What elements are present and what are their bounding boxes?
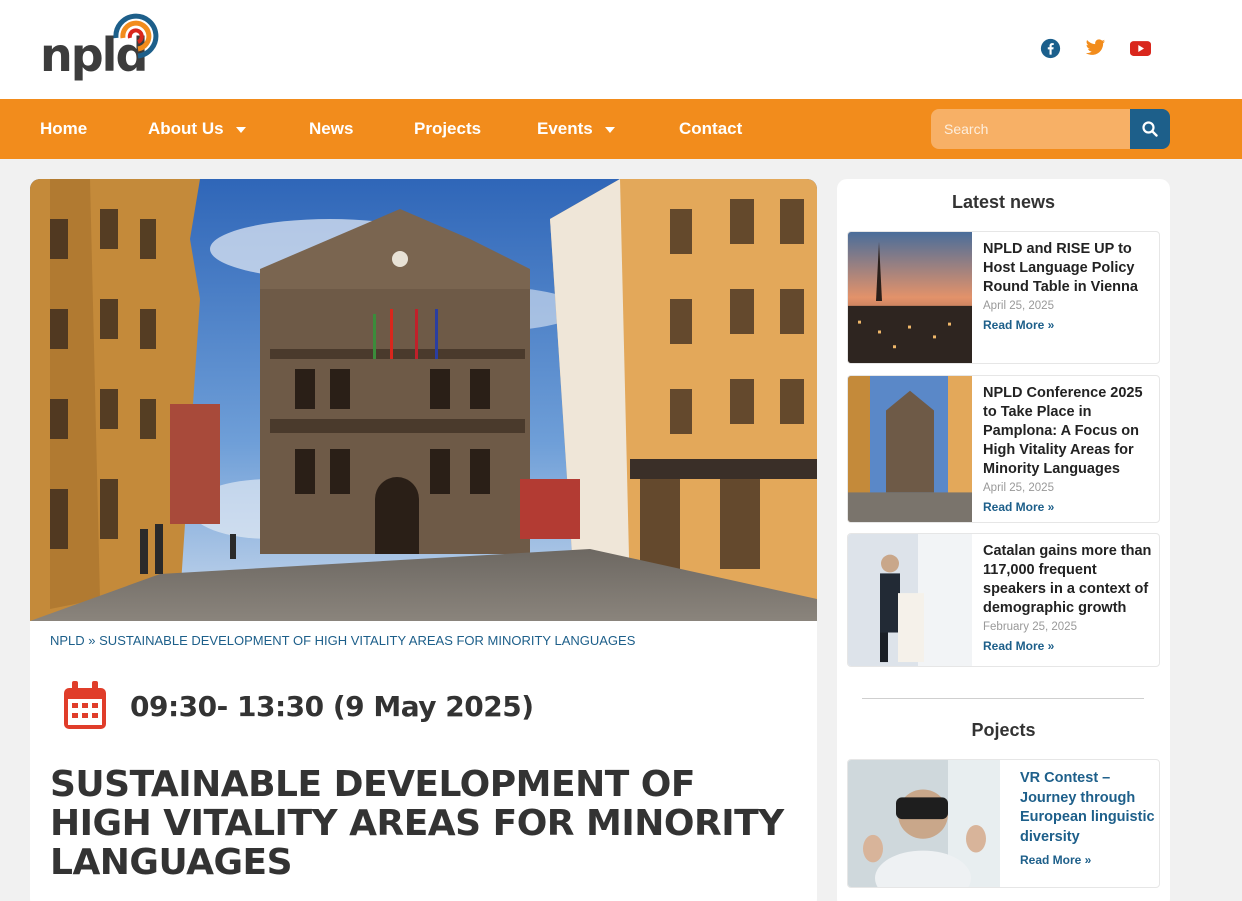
news-date: April 25, 2025 [983,482,1054,494]
calendar-icon [64,681,106,729]
event-date-row: 09:30- 13:30 (9 May 2025) [62,681,534,731]
nav-about-us-label: About Us [148,119,224,138]
read-more-link[interactable]: Read More » [983,500,1155,514]
event-date: 09:30- 13:30 (9 May 2025) [130,689,534,723]
nav-home-label: Home [40,119,88,138]
news-image-vienna [848,232,972,363]
nav-projects[interactable]: Projects [414,99,481,159]
npld-logo[interactable]: npld [38,8,168,82]
twitter-icon[interactable] [1083,36,1107,60]
read-more-link[interactable]: Read More » [983,639,1155,653]
read-more-link[interactable]: Read More » [1020,853,1155,867]
event-article: NPLD » SUSTAINABLE DEVELOPMENT OF HIGH V… [30,179,817,901]
breadcrumb[interactable]: NPLD » SUSTAINABLE DEVELOPMENT OF HIGH V… [50,633,635,648]
news-image-pamplona [848,376,972,522]
youtube-icon[interactable] [1128,36,1152,60]
main-nav: Home About Us News Projects Events Conta… [0,99,1242,159]
news-date: February 25, 2025 [983,621,1077,633]
site-header: npld [0,0,1242,99]
news-title[interactable]: NPLD Conference 2025 to Take Place in Pa… [983,384,1155,479]
logo-speech-icon [113,13,159,59]
search-button[interactable] [1130,109,1170,149]
news-card[interactable]: NPLD Conference 2025 to Take Place in Pa… [847,375,1160,523]
news-title[interactable]: NPLD and RISE UP to Host Language Policy… [983,240,1155,297]
page-title: SUSTAINABLE DEVELOPMENT OF HIGH VITALITY… [50,764,784,883]
latest-news-heading: Latest news [951,192,1056,212]
hero-image-pamplona-town-hall [30,179,817,621]
news-body: NPLD Conference 2025 to Take Place in Pa… [983,384,1155,514]
news-date: April 25, 2025 [983,300,1054,312]
nav-contact[interactable]: Contact [679,99,742,159]
nav-home[interactable]: Home [40,99,87,159]
nav-about-us[interactable]: About Us [148,99,246,159]
chevron-down-icon [604,127,615,133]
nav-news[interactable]: News [309,99,353,159]
nav-contact-label: Contact [679,119,743,138]
project-image-vr-headset [848,760,1000,887]
project-card[interactable]: VR Contest – Journey through European li… [847,759,1160,888]
search-icon [1142,121,1158,137]
chevron-down-icon [235,127,246,133]
nav-events[interactable]: Events [537,99,615,159]
project-body: VR Contest – Journey through European li… [1020,769,1155,867]
facebook-icon[interactable] [1038,36,1062,60]
news-card[interactable]: NPLD and RISE UP to Host Language Policy… [847,231,1160,364]
nav-events-label: Events [537,119,593,138]
projects-heading: Pojects [971,720,1036,740]
read-more-link[interactable]: Read More » [983,318,1155,332]
nav-news-label: News [309,119,354,138]
news-title[interactable]: Catalan gains more than 117,000 frequent… [983,542,1155,618]
news-card[interactable]: Catalan gains more than 117,000 frequent… [847,533,1160,667]
news-body: Catalan gains more than 117,000 frequent… [983,542,1155,653]
project-title[interactable]: VR Contest – Journey through European li… [1020,769,1155,847]
nav-projects-label: Projects [414,119,482,138]
sidebar-divider [862,698,1144,699]
sidebar: Latest news NPLD and RISE UP to Host Lan… [837,179,1170,901]
search-input[interactable] [931,109,1131,149]
news-body: NPLD and RISE UP to Host Language Policy… [983,240,1155,332]
news-image-speaker [848,534,972,666]
